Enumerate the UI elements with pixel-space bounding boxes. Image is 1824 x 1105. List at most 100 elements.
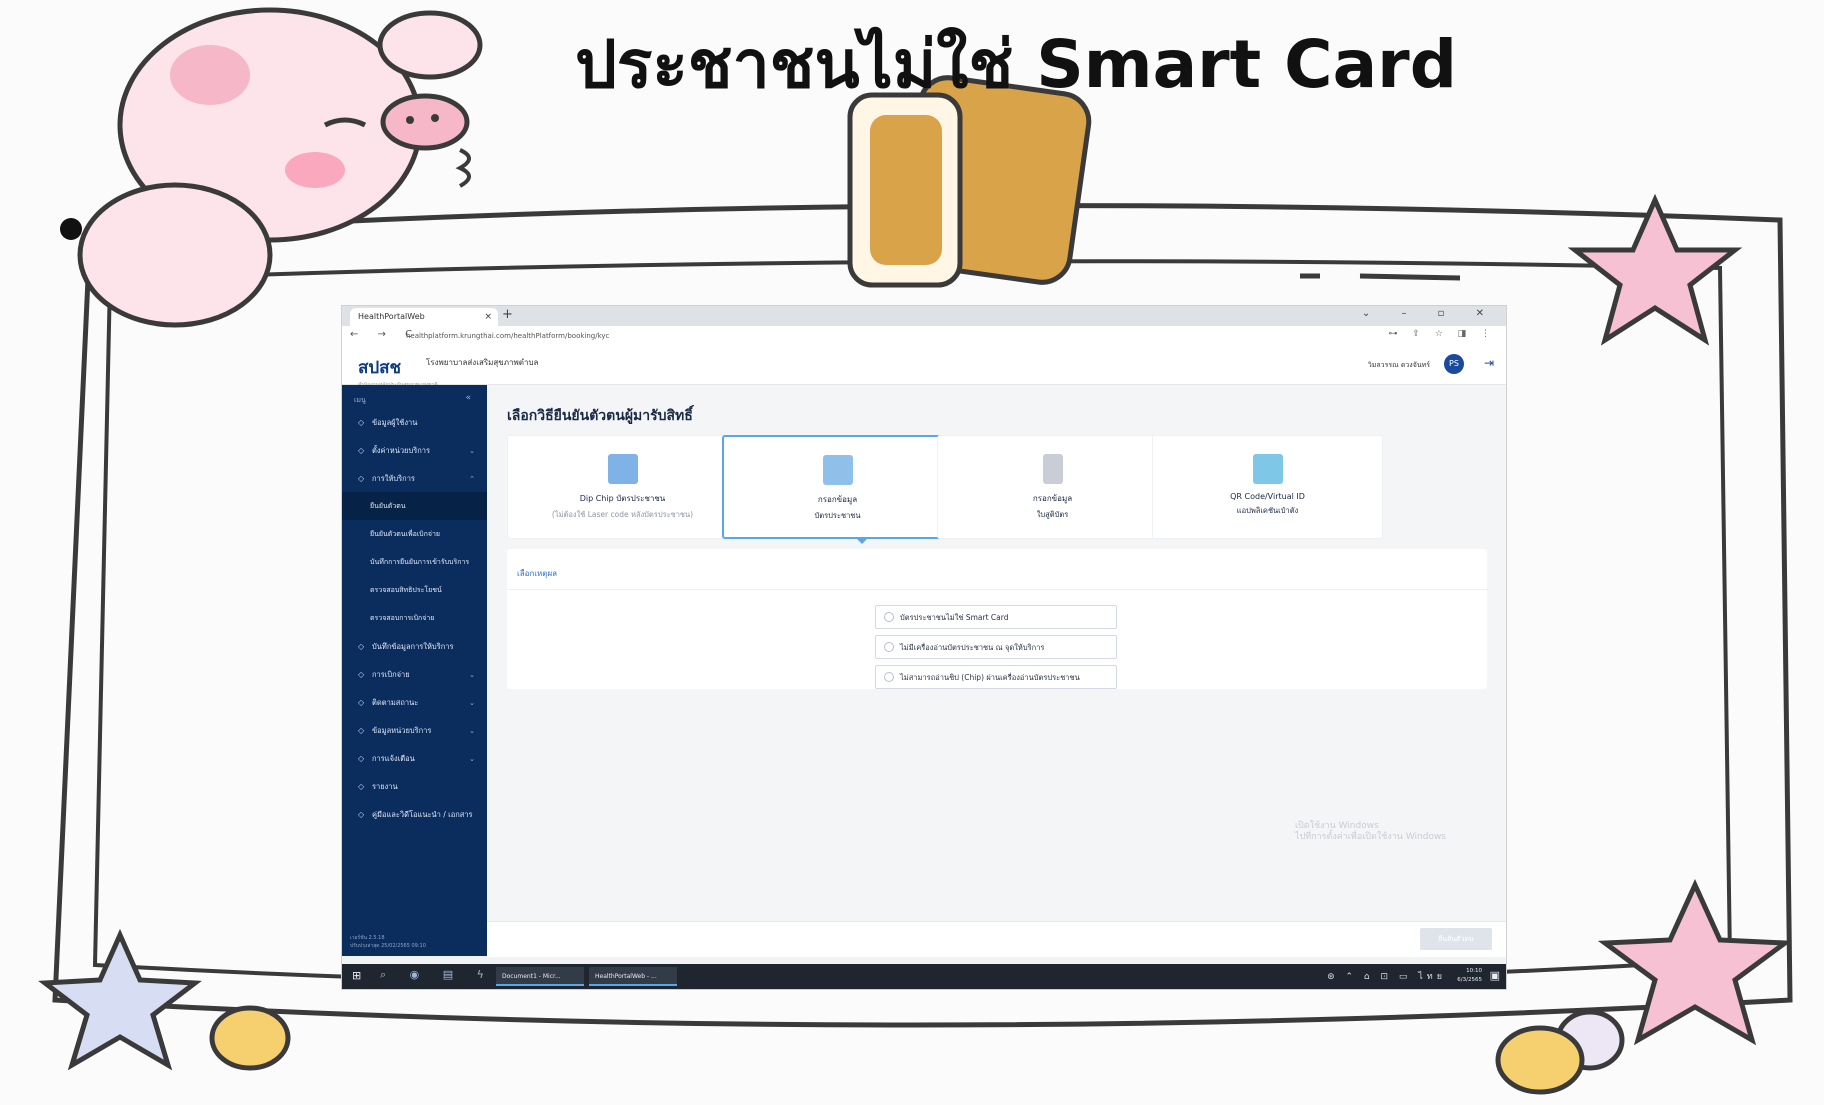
windows-activation-watermark: เปิดใช้งาน Windows ไปที่การตั้งค่าเพื่อเ…: [1295, 821, 1446, 843]
reason-option-no-reader[interactable]: ไม่มีเครื่องอ่านบัตรประชาชน ณ จุดให้บริก…: [875, 635, 1117, 659]
browser-screenshot: HealthPortalWeb × + ⌄ – ▫ ✕ ← → C health…: [342, 306, 1506, 989]
sidebar-item-notifications[interactable]: ◇ การแจ้งเตือน ⌄: [342, 748, 487, 770]
url-field[interactable]: healthplatform.krungthai.com/healthPlatf…: [406, 330, 1406, 343]
slide-title: ประชาชนไม่ใช่ Smart Card: [575, 22, 1457, 107]
sidebar-item-unit-info[interactable]: ◇ ข้อมูลหน่วยบริการ ⌄: [342, 720, 487, 742]
logout-icon[interactable]: ⇥: [1484, 356, 1494, 370]
reason-option-chip-unreadable[interactable]: ไม่สามารถอ่านชิป (Chip) ผ่านเครื่องอ่านบ…: [875, 665, 1117, 689]
sidebar-item-label: ติดตามสถานะ: [372, 698, 419, 707]
notification-icon[interactable]: ▣: [1490, 969, 1500, 982]
sidebar-item-service-record[interactable]: ◇ บันทึกข้อมูลการให้บริการ: [342, 636, 487, 658]
browser-extension-icons[interactable]: ⊶ ⇪ ☆ ◨ ⋮: [1388, 329, 1496, 339]
system-tray-icons[interactable]: ⊛ ⌃ ⌂ ⊡ ▭ ไทย: [1327, 969, 1446, 983]
star-bottom-left: [38, 928, 202, 1071]
menu-diamond-icon: ◇: [358, 698, 365, 707]
address-bar: ← → C healthplatform.krungthai.com/healt…: [342, 326, 1506, 347]
sidebar-subitem-verify-identity[interactable]: ยืนยันตัวตน: [342, 492, 490, 520]
sidebar-subitem-label: ยืนยันตัวตนเพื่อเบิกจ่าย: [370, 530, 440, 538]
sidebar-item-tracking[interactable]: ◇ ติดตามสถานะ ⌄: [342, 692, 487, 714]
sidebar-item-label: บันทึกข้อมูลการให้บริการ: [372, 642, 454, 651]
sidebar-subitem-service-confirmation[interactable]: บันทึกการยืนยันการเข้ารับบริการ: [342, 548, 487, 576]
bullet-point: [60, 218, 82, 240]
radio-button[interactable]: [884, 642, 894, 652]
sidebar-item-label: การแจ้งเตือน: [372, 754, 415, 763]
chevron-down-icon: ⌄: [469, 447, 475, 455]
logo-text: สปสช: [358, 358, 402, 378]
watermark-line1: เปิดใช้งาน Windows: [1294, 821, 1379, 831]
method-card-dip-chip[interactable]: Dip Chip บัตรประชาชน (ไม่ต้องใช้ Laser c…: [507, 435, 738, 539]
selected-card-pointer: [856, 538, 868, 544]
pinned-app-icons[interactable]: ⌕ ◉ ▤ ϟ: [380, 968, 494, 982]
sidebar-subitem-check-claims[interactable]: ตรวจสอบการเบิกจ่าย: [342, 604, 487, 632]
sidebar: เมนู « ◇ ข้อมูลผู้ใช้งาน ◇ ตั้งค่าหน่วยบ…: [342, 385, 490, 956]
chevron-up-icon: ⌃: [469, 475, 475, 483]
window-controls[interactable]: ⌄ – ▫ ✕: [1362, 308, 1498, 319]
taskbar-clock[interactable]: 10:10 6/3/2565: [1457, 967, 1482, 985]
sidebar-item-unit-settings[interactable]: ◇ ตั้งค่าหน่วยบริการ ⌄: [342, 440, 487, 462]
method-card-id-card-form[interactable]: กรอกข้อมูล บัตรประชาชน: [722, 435, 953, 539]
card-line1: QR Code/Virtual ID: [1230, 492, 1305, 501]
card-line1: กรอกข้อมูล: [817, 495, 858, 504]
sidebar-item-label: คู่มือและวิดีโอแนะนำ / เอกสาร: [372, 810, 473, 819]
action-footer: ยืนยันตัวตน: [487, 921, 1506, 957]
menu-diamond-icon: ◇: [358, 726, 365, 735]
sidebar-subitem-label: ยืนยันตัวตน: [370, 502, 406, 510]
version-text: เวอร์ชัน 2.5.18: [350, 935, 385, 941]
coins-bottom-right: [1495, 1009, 1625, 1095]
sidebar-collapse-icon[interactable]: «: [465, 393, 471, 403]
version-date: ปรับปรุงล่าสุด 25/02/2565 09:10: [350, 943, 426, 949]
card-line1: Dip Chip บัตรประชาชน: [579, 494, 666, 503]
verify-button[interactable]: ยืนยันตัวตน: [1420, 928, 1492, 950]
tab-title: HealthPortalWeb: [358, 312, 425, 321]
chevron-down-icon: ⌄: [469, 727, 475, 735]
menu-diamond-icon: ◇: [358, 754, 365, 763]
tab-close-icon[interactable]: ×: [484, 308, 492, 326]
browser-tab-bar: HealthPortalWeb × + ⌄ – ▫ ✕: [342, 306, 1506, 326]
main-content: เลือกวิธียืนยันตัวตนผู้มารับสิทธิ์ Dip C…: [487, 385, 1506, 957]
method-card-qr-code[interactable]: QR Code/Virtual ID แอปพลิเคชันเป๋าตัง: [1152, 435, 1383, 539]
app-header: สปสช สำนักงานหลักประกันสุขภาพแห่งชาติ โร…: [342, 346, 1506, 388]
windows-taskbar: ⊞ ⌕ ◉ ▤ ϟ Document1 - Micr... HealthPort…: [342, 964, 1506, 989]
clock-date: 6/3/2565: [1457, 977, 1482, 983]
sidebar-item-manuals[interactable]: ◇ คู่มือและวิดีโอแนะนำ / เอกสาร: [342, 804, 487, 826]
sidebar-subitem-label: บันทึกการยืนยันการเข้ารับบริการ: [370, 558, 470, 566]
sidebar-item-label: การให้บริการ: [372, 474, 415, 483]
sidebar-item-services[interactable]: ◇ การให้บริการ ⌃: [342, 468, 487, 490]
version-info: เวอร์ชัน 2.5.18 ปรับปรุงล่าสุด 25/02/256…: [350, 934, 426, 950]
method-card-birth-certificate[interactable]: กรอกข้อมูล ใบสูติบัตร: [937, 435, 1168, 539]
sidebar-item-claims[interactable]: ◇ การเบิกจ่าย ⌄: [342, 664, 487, 686]
chevron-down-icon: ⌄: [469, 671, 475, 679]
id-card-chip-icon: [607, 454, 638, 484]
sidebar-subitem-verify-for-claim[interactable]: ยืนยันตัวตนเพื่อเบิกจ่าย: [342, 520, 487, 548]
user-name: วิมลวรรณ ดวงจันทร์: [1367, 361, 1430, 369]
taskbar-app-chrome[interactable]: HealthPortalWeb - ...: [589, 967, 677, 986]
sidebar-item-label: การเบิกจ่าย: [372, 670, 410, 679]
reason-panel: เลือกเหตุผล บัตรประชาชนไม่ใช่ Smart Card…: [507, 549, 1487, 689]
id-card-form-icon: [822, 455, 853, 485]
avatar[interactable]: PS: [1444, 354, 1464, 374]
menu-diamond-icon: ◇: [358, 782, 365, 791]
browser-tab[interactable]: HealthPortalWeb ×: [350, 308, 498, 326]
menu-diamond-icon: ◇: [358, 670, 365, 679]
reason-label: เลือกเหตุผล: [517, 569, 558, 578]
sidebar-item-label: รายงาน: [372, 782, 398, 791]
radio-button[interactable]: [884, 672, 894, 682]
star-top-right: [1567, 193, 1743, 346]
hospital-name: โรงพยาบาลส่งเสริมสุขภาพตำบล: [426, 358, 539, 367]
menu-diamond-icon: ◇: [358, 446, 365, 455]
sidebar-subitem-check-benefits[interactable]: ตรวจสอบสิทธิประโยชน์: [342, 576, 487, 604]
radio-button[interactable]: [884, 612, 894, 622]
sidebar-item-label: ตั้งค่าหน่วยบริการ: [372, 446, 431, 455]
pig-illustration: [77, 7, 483, 328]
slide-title-thai: ประชาชนไม่ใช่: [575, 25, 1014, 103]
chevron-down-icon: ⌄: [469, 699, 475, 707]
sidebar-item-user-info[interactable]: ◇ ข้อมูลผู้ใช้งาน: [342, 412, 487, 434]
qr-code-icon: [1252, 454, 1283, 484]
chevron-down-icon: ⌄: [469, 755, 475, 763]
taskbar-app-word[interactable]: Document1 - Micr...: [496, 967, 584, 986]
sidebar-item-reports[interactable]: ◇ รายงาน: [342, 776, 487, 798]
reason-option-not-smart-card[interactable]: บัตรประชาชนไม่ใช่ Smart Card: [875, 605, 1117, 629]
new-tab-icon[interactable]: +: [502, 307, 513, 322]
reason-option-label: ไม่สามารถอ่านชิป (Chip) ผ่านเครื่องอ่านบ…: [900, 673, 1080, 682]
start-icon[interactable]: ⊞: [352, 969, 361, 982]
